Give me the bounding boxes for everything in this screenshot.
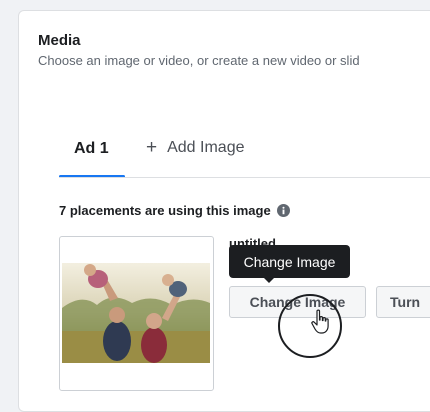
image-thumbnail[interactable] [59,236,214,391]
change-image-tooltip: Change Image [229,245,350,278]
info-icon[interactable] [276,204,290,217]
turn-button[interactable]: Turn [376,286,430,318]
add-image-label: Add Image [167,139,245,156]
tab-divider [59,177,430,178]
placements-text: 7 placements are using this image [59,203,271,218]
tab-ad-1[interactable]: Ad 1 [74,140,109,158]
media-title: Media [38,32,81,49]
plus-icon: + [146,137,158,158]
media-subtitle: Choose an image or video, or create a ne… [38,53,360,68]
add-image-tab[interactable]: + Add Image [146,137,245,158]
tooltip-arrow [263,277,275,283]
placements-info: 7 placements are using this image [59,203,290,218]
family-photo [62,263,210,363]
hand-cursor-icon [311,309,329,334]
